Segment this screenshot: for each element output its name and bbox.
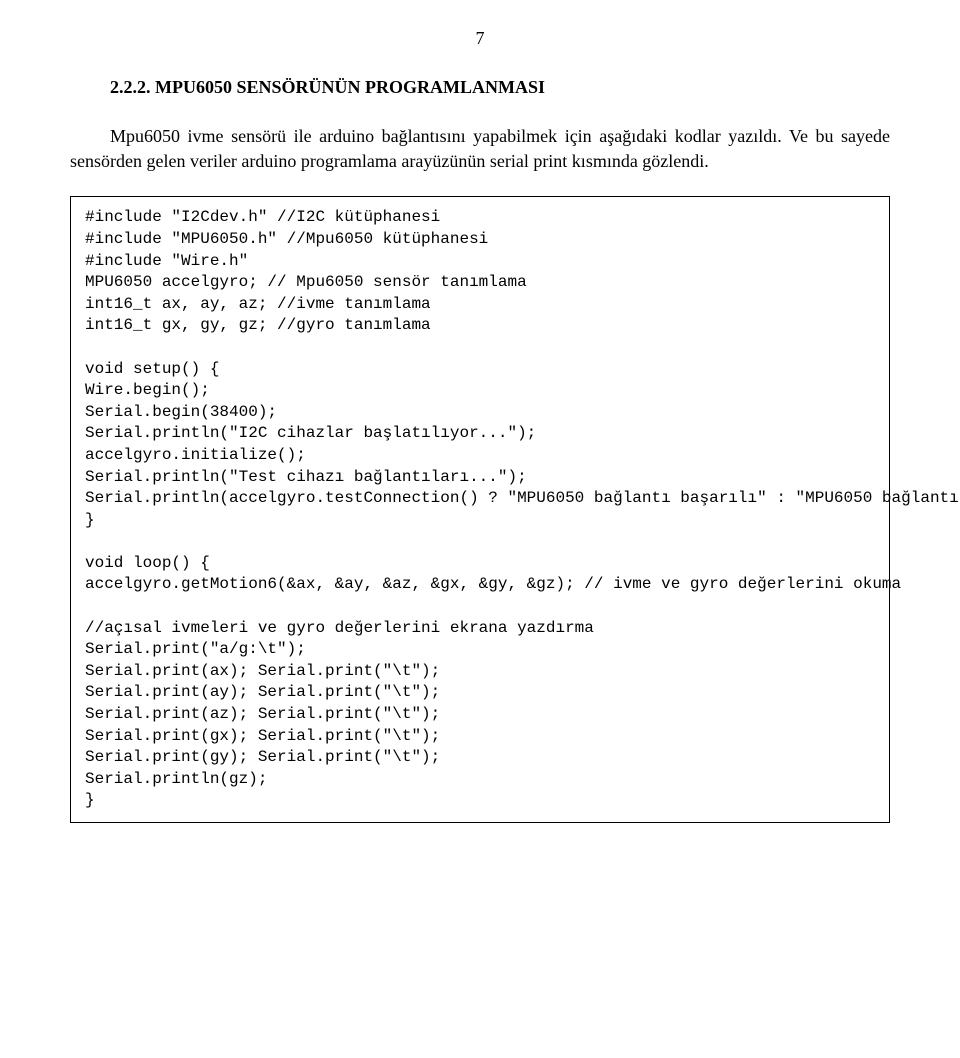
section-heading: 2.2.2. MPU6050 SENSÖRÜNÜN PROGRAMLANMASI bbox=[70, 77, 890, 98]
intro-paragraph: Mpu6050 ivme sensörü ile arduino bağlant… bbox=[70, 124, 890, 174]
code-listing: #include "I2Cdev.h" //I2C kütüphanesi #i… bbox=[85, 207, 875, 812]
page-number: 7 bbox=[70, 28, 890, 49]
code-listing-box: #include "I2Cdev.h" //I2C kütüphanesi #i… bbox=[70, 196, 890, 823]
document-page: 7 2.2.2. MPU6050 SENSÖRÜNÜN PROGRAMLANMA… bbox=[0, 0, 960, 1058]
